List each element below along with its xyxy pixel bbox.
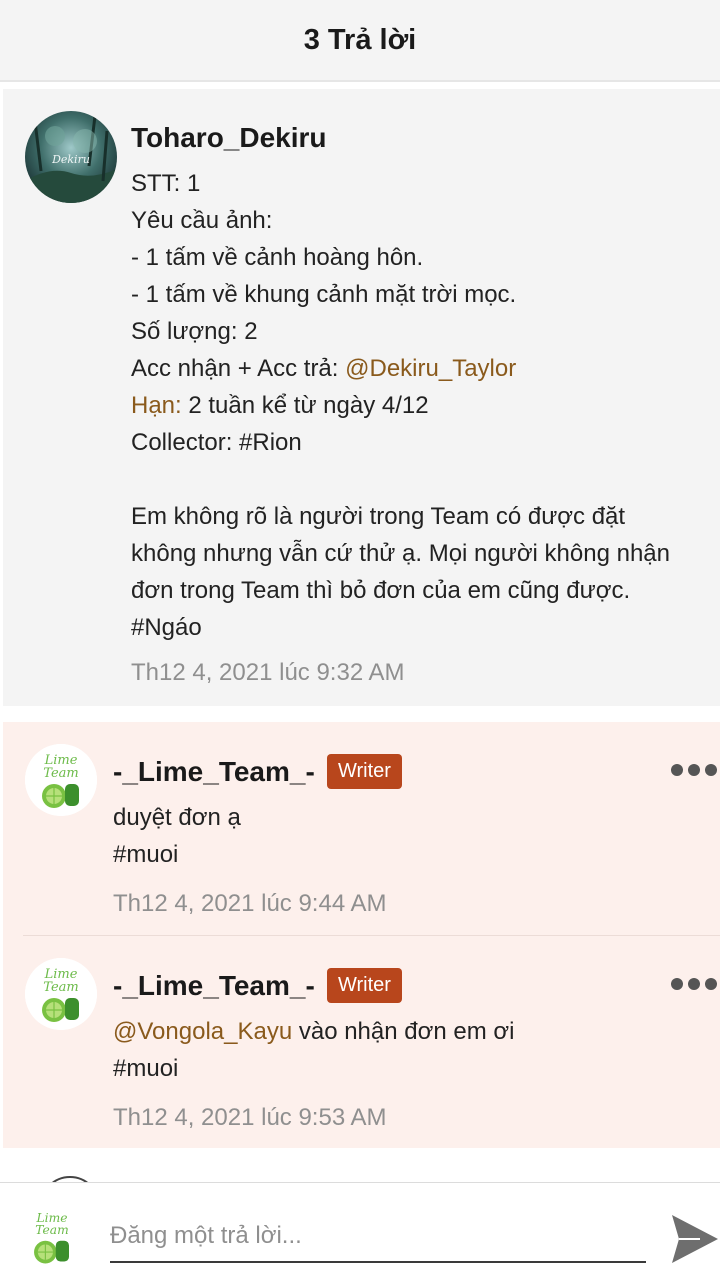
deadline-label: Hạn:	[131, 392, 182, 419]
post-line: STT: 1	[131, 170, 201, 197]
post-line: Số lượng: 2	[131, 318, 258, 345]
reply-author-name[interactable]: -_Lime_Team_-	[113, 970, 315, 1002]
reply-body: @Vongola_Kayu vào nhận đơn em ơi #muoi	[113, 1013, 514, 1087]
page-title: 3 Trả lời	[303, 23, 417, 56]
post-line: Hạn: 2 tuần kể từ ngày 4/12	[131, 387, 711, 424]
writer-badge: Writer	[327, 968, 402, 1003]
reply-item: Lime Team -_Lime_Team_- Writer @Vongola_…	[3, 936, 720, 1149]
line-prefix: Acc nhận + Acc trả:	[131, 355, 346, 382]
logo-text: Team	[43, 980, 78, 995]
replies-list: Lime Team -_Lime_Team_- Writer duyệt đơn…	[3, 722, 720, 1148]
post-line: Collector: #Rion	[131, 429, 302, 456]
avatar-signature: Dekiru	[51, 153, 90, 166]
post-line: đơn trong Team thì bỏ đơn của em cũng đư…	[131, 577, 631, 604]
lime-team-logo: Lime Team	[25, 958, 97, 1030]
post-line: không nhưng vẫn cứ thử ạ. Mọi người khôn…	[131, 540, 671, 567]
reply-timestamp: Th12 4, 2021 lúc 9:53 AM	[113, 1104, 387, 1131]
deadline-value: 2 tuần kể từ ngày 4/12	[181, 392, 429, 419]
reply-line: #muoi	[113, 841, 179, 868]
reply-timestamp: Th12 4, 2021 lúc 9:44 AM	[113, 890, 387, 917]
post-line-blank	[131, 461, 711, 498]
reply-item: Lime Team -_Lime_Team_- Writer duyệt đơn…	[3, 722, 720, 935]
post-author-name[interactable]: Toharo_Dekiru	[131, 122, 327, 154]
post-line: Em không rõ là người trong Team có được …	[131, 503, 626, 530]
reply-author-avatar[interactable]: Lime Team	[25, 958, 97, 1030]
send-icon[interactable]	[670, 1213, 720, 1265]
more-options-icon[interactable]	[671, 976, 717, 992]
reply-author-name[interactable]: -_Lime_Team_-	[113, 756, 315, 788]
reply-author-avatar[interactable]: Lime Team	[25, 744, 97, 816]
reply-line: duyệt đơn ạ	[113, 804, 241, 831]
reply-line: @Vongola_Kayu vào nhận đơn em ơi	[113, 1013, 514, 1050]
logo-text: Team	[43, 766, 78, 781]
post-line: - 1 tấm về khung cảnh mặt trời mọc.	[131, 281, 517, 308]
reply-input[interactable]	[110, 1219, 646, 1263]
post-line: Yêu cầu ảnh:	[131, 207, 273, 234]
mention-link[interactable]: @Vongola_Kayu	[113, 1018, 292, 1045]
post-body: STT: 1 Yêu cầu ảnh: - 1 tấm về cảnh hoàn…	[131, 165, 711, 646]
reply-line: #muoi	[113, 1055, 179, 1082]
lime-team-logo: Lime Team	[18, 1203, 86, 1271]
post-author-avatar[interactable]: Dekiru	[25, 111, 117, 203]
composer-avatar: Lime Team	[18, 1203, 86, 1271]
writer-badge: Writer	[327, 754, 402, 789]
post-line: Acc nhận + Acc trả: @Dekiru_Taylor	[131, 350, 711, 387]
original-post: Dekiru Toharo_Dekiru STT: 1 Yêu cầu ảnh:…	[3, 89, 720, 706]
reply-body: duyệt đơn ạ #muoi	[113, 799, 241, 873]
reply-text: vào nhận đơn em ơi	[292, 1018, 515, 1045]
mention-link[interactable]: @Dekiru_Taylor	[345, 355, 516, 382]
forest-avatar-image: Dekiru	[25, 111, 117, 203]
logo-text: Team	[35, 1223, 68, 1237]
top-bar: 3 Trả lời	[0, 0, 720, 82]
post-line: - 1 tấm về cảnh hoàng hôn.	[131, 244, 424, 271]
post-timestamp: Th12 4, 2021 lúc 9:32 AM	[131, 659, 405, 686]
more-options-icon[interactable]	[671, 762, 717, 778]
post-line: #Ngáo	[131, 614, 202, 641]
reply-composer: Lime Team	[0, 1182, 720, 1280]
lime-team-logo: Lime Team	[25, 744, 97, 816]
